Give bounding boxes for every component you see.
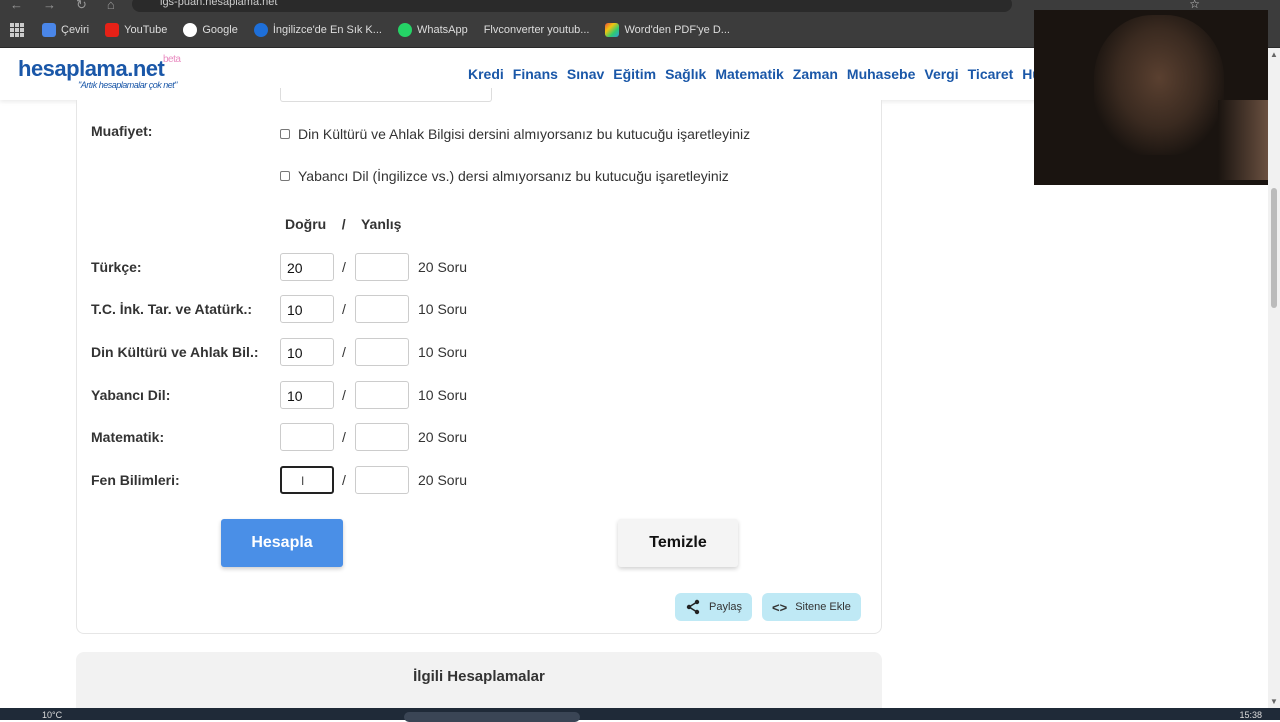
matematik-wrong-input[interactable] — [355, 423, 409, 451]
row-separator: / — [342, 387, 346, 403]
whatsapp-icon — [397, 22, 412, 37]
bookmark-ingilizce[interactable]: İngilizce'de En Sık K... — [246, 22, 390, 37]
din-total: 10 Soru — [418, 344, 468, 360]
exam-select[interactable] — [280, 88, 492, 102]
taskbar-search[interactable] — [404, 712, 580, 722]
yabanci-dil-correct-input[interactable]: 10 — [280, 381, 334, 409]
yabanci-dil-wrong-input[interactable] — [355, 381, 409, 409]
forward-icon[interactable]: → — [43, 0, 56, 12]
row-separator: / — [342, 429, 346, 445]
address-bar[interactable]: lgs-puan.hesaplama.net — [132, 0, 1012, 12]
exemption-yabanci-dil: Yabancı Dil (İngilizce vs.) dersi almıyo… — [280, 168, 729, 184]
share-icon — [686, 599, 700, 615]
matematik-total: 20 Soru — [418, 429, 468, 445]
word-pdf-icon — [605, 22, 620, 37]
nav-saglik[interactable]: Sağlık — [665, 66, 706, 82]
scrollbar-thumb[interactable] — [1271, 188, 1277, 308]
nav-kredi[interactable]: Kredi — [468, 66, 504, 82]
scroll-up-icon[interactable]: ▲ — [1270, 50, 1278, 59]
din-wrong-input[interactable] — [355, 338, 409, 366]
reload-icon[interactable]: ↻ — [76, 0, 87, 12]
bookmark-google[interactable]: Google — [175, 22, 245, 37]
webcam-overlay — [1034, 10, 1268, 185]
calculate-button[interactable]: Hesapla — [221, 519, 343, 567]
fen-total: 20 Soru — [418, 472, 468, 488]
beta-label: beta — [163, 54, 181, 65]
nav-zaman[interactable]: Zaman — [793, 66, 838, 82]
nav-finans[interactable]: Finans — [513, 66, 558, 82]
nav-vergi[interactable]: Vergi — [924, 66, 958, 82]
google-icon — [183, 22, 198, 37]
nav-egitim[interactable]: Eğitim — [613, 66, 656, 82]
embed-button[interactable]: <> Sitene Ekle — [762, 593, 861, 621]
fen-correct-input[interactable] — [280, 466, 334, 494]
site-logo[interactable]: hesaplama.net beta "Artık hesaplamalar ç… — [18, 54, 181, 90]
row-label-turkce: Türkçe: — [91, 259, 142, 275]
loading-icon — [253, 22, 268, 37]
exemption-din-kulturu: Din Kültürü ve Ahlak Bilgisi dersini alm… — [280, 126, 750, 142]
row-label-fen: Fen Bilimleri: — [91, 472, 180, 488]
row-separator: / — [342, 344, 346, 360]
apps-icon[interactable] — [10, 22, 24, 37]
weather-temp: 10°C — [42, 710, 63, 720]
row-separator: / — [342, 259, 346, 275]
exemption-label: Muafiyet: — [91, 123, 153, 139]
row-label-inkilap: T.C. İnk. Tar. ve Atatürk.: — [91, 301, 253, 317]
share-button[interactable]: Paylaş — [675, 593, 753, 621]
webcam-person — [1094, 15, 1224, 155]
bookmark-word-pdf[interactable]: Word'den PDF'ye D... — [597, 22, 737, 37]
row-separator: / — [342, 472, 346, 488]
taskbar: 10°C 15:38 — [0, 708, 1280, 722]
code-icon: <> — [772, 599, 788, 615]
row-label-matematik: Matematik: — [91, 429, 165, 445]
yabanci-dil-total: 10 Soru — [418, 387, 468, 403]
site-tagline: "Artık hesaplamalar çok net" — [78, 80, 177, 90]
row-label-din: Din Kültürü ve Ahlak Bil.: — [91, 344, 259, 360]
matematik-correct-input[interactable] — [280, 423, 334, 451]
related-section: İlgili Hesaplamalar — [76, 652, 882, 712]
bookmark-ceviri[interactable]: Çeviri — [34, 22, 97, 37]
turkce-correct-input[interactable]: 20 — [280, 253, 334, 281]
inkilap-correct-input[interactable]: 10 — [280, 295, 334, 323]
turkce-wrong-input[interactable] — [355, 253, 409, 281]
fen-wrong-input[interactable] — [355, 466, 409, 494]
browser-nav-buttons: ← → ↻ ⌂ — [10, 0, 115, 12]
nav-muhasebe[interactable]: Muhasebe — [847, 66, 915, 82]
yabanci-dil-checkbox[interactable] — [280, 171, 290, 181]
turkce-total: 20 Soru — [418, 259, 468, 275]
bookmark-whatsapp[interactable]: WhatsApp — [390, 22, 476, 37]
din-kulturu-checkbox[interactable] — [280, 129, 290, 139]
nav-matematik[interactable]: Matematik — [715, 66, 783, 82]
main-nav: Kredi Finans Sınav Eğitim Sağlık Matemat… — [468, 66, 1034, 82]
row-separator: / — [342, 301, 346, 317]
clear-button[interactable]: Temizle — [618, 519, 738, 567]
translate-icon — [42, 22, 56, 37]
youtube-icon — [105, 22, 120, 37]
text-cursor-icon: I — [301, 474, 305, 488]
inkilap-wrong-input[interactable] — [355, 295, 409, 323]
inkilap-total: 10 Soru — [418, 301, 468, 317]
back-icon[interactable]: ← — [10, 0, 23, 12]
home-icon[interactable]: ⌂ — [107, 0, 115, 12]
related-title: İlgili Hesaplamalar — [413, 668, 545, 685]
clock: 15:38 — [1239, 710, 1262, 720]
din-correct-input[interactable]: 10 — [280, 338, 334, 366]
column-headers: Doğru / Yanlış — [285, 216, 402, 232]
page-scrollbar[interactable]: ▲ ▼ — [1268, 48, 1280, 708]
nav-hukuk[interactable]: Hukuk — [1022, 66, 1034, 82]
row-label-yabanci-dil: Yabancı Dil: — [91, 387, 171, 403]
nav-sinav[interactable]: Sınav — [567, 66, 604, 82]
bookmark-youtube[interactable]: YouTube — [97, 22, 175, 37]
bookmark-flvconverter[interactable]: Flvconverter youtub... — [476, 24, 598, 36]
nav-ticaret[interactable]: Ticaret — [968, 66, 1014, 82]
scroll-down-icon[interactable]: ▼ — [1270, 697, 1278, 706]
